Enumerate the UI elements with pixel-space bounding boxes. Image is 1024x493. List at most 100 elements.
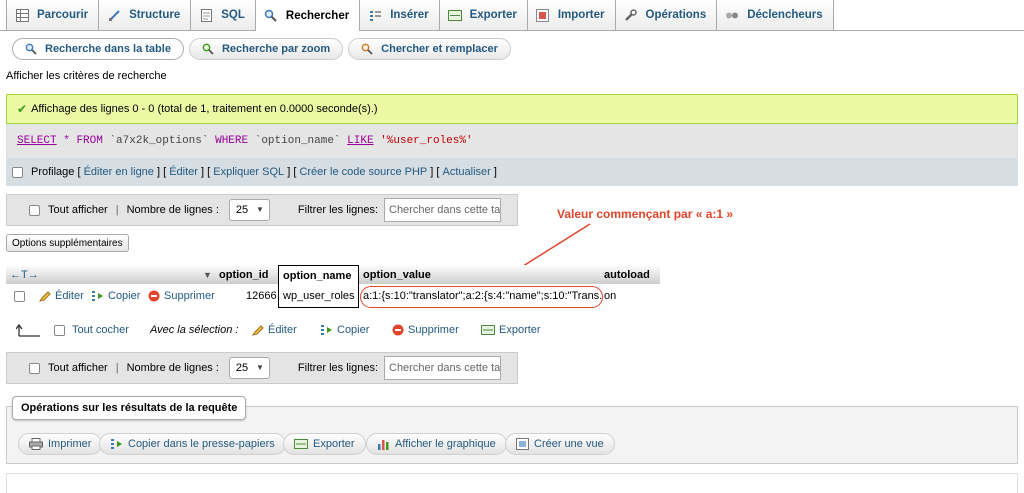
tab-sql[interactable]: SQL: [190, 0, 255, 30]
show-all-checkbox[interactable]: [29, 204, 40, 216]
rows-select[interactable]: 25 ▼: [228, 357, 270, 379]
sql-pattern: '%user_roles%': [380, 135, 473, 147]
tab-rechercher[interactable]: Rechercher: [254, 0, 360, 31]
row-edit-label: Éditer: [55, 290, 84, 302]
show-search-criteria-link[interactable]: Afficher les critères de recherche: [6, 70, 167, 82]
chevron-down-icon: ▼: [256, 205, 264, 214]
copy-icon: [110, 438, 123, 450]
filter-input[interactable]: Chercher dans cette table: [384, 198, 501, 222]
show-all-label: Tout afficher: [48, 204, 108, 216]
explain-sql-link[interactable]: Expliquer SQL: [213, 166, 284, 178]
sort-toggle-icon[interactable]: ▼: [203, 265, 212, 284]
show-all-checkbox[interactable]: [29, 362, 40, 374]
tab-structure[interactable]: Structure: [98, 0, 191, 30]
create-view-label: Créer une vue: [534, 438, 604, 450]
tab-label: Parcourir: [37, 9, 89, 21]
tab-label: Déclencheurs: [747, 9, 823, 21]
delete-icon: [392, 324, 404, 336]
subtab-find-replace[interactable]: Chercher et remplacer: [348, 38, 511, 60]
tab-importer[interactable]: Importer: [526, 0, 615, 30]
sql-icon: [199, 8, 213, 22]
cell-option-name[interactable]: wp_user_roles: [278, 284, 359, 308]
zoom-search-icon: [202, 43, 214, 55]
row-copy-button[interactable]: Copier: [91, 284, 140, 308]
profiling-label: Profilage: [31, 166, 75, 178]
tab-inserer[interactable]: Insérer: [359, 0, 439, 30]
create-view-button[interactable]: Créer une vue: [505, 433, 615, 455]
profiling-checkbox[interactable]: [12, 166, 23, 178]
navigation-bar-bottom: Tout afficher | Nombre de lignes : 25 ▼ F…: [6, 352, 518, 384]
structure-icon: [107, 8, 121, 22]
tab-exporter[interactable]: Exporter: [438, 0, 527, 30]
check-all-checkbox[interactable]: [54, 324, 65, 336]
row-edit-button[interactable]: Éditer: [39, 284, 84, 308]
rows-value: 25: [235, 362, 249, 374]
copy-icon: [320, 324, 333, 336]
export-results-button[interactable]: Exporter: [283, 433, 366, 455]
bulk-delete-button[interactable]: Supprimer: [392, 318, 459, 342]
search-icon: [25, 43, 37, 55]
bulk-copy-button[interactable]: Copier: [320, 318, 369, 342]
bulk-export-button[interactable]: Exporter: [481, 318, 541, 342]
row-checkbox[interactable]: [14, 290, 25, 302]
tab-label: Opérations: [645, 9, 707, 21]
arrow-up-icon: [16, 318, 40, 342]
find-replace-icon: [361, 43, 373, 55]
edit-link[interactable]: Éditer: [169, 166, 198, 178]
sql-star: *: [63, 135, 70, 147]
tab-parcourir[interactable]: Parcourir: [6, 0, 99, 30]
success-message: ✔ Affichage des lignes 0 - 0 (total de 1…: [6, 94, 1018, 124]
extra-options-button[interactable]: Options supplémentaires: [6, 234, 129, 252]
wrench-icon: [624, 8, 638, 22]
rows-label: Nombre de lignes :: [126, 204, 219, 216]
bulk-export-label: Exporter: [499, 324, 541, 336]
browse-icon: [15, 8, 29, 22]
column-header-option-name[interactable]: option_name: [278, 265, 359, 285]
sql-keyword-where: WHERE: [215, 135, 249, 147]
separator: |: [115, 204, 119, 216]
tab-label: Structure: [129, 9, 181, 21]
bulk-edit-label: Éditer: [268, 324, 297, 336]
export-results-label: Exporter: [313, 438, 355, 450]
refresh-link[interactable]: Actualiser: [443, 166, 491, 178]
row-delete-button[interactable]: Supprimer: [148, 284, 215, 308]
sql-table-name: `a7x2k_options`: [109, 135, 209, 147]
with-selection-bar: Tout cocher Avec la sélection : Éditer C…: [6, 318, 606, 342]
check-all-link[interactable]: Tout cocher: [72, 318, 129, 342]
with-selection-label: Avec la sélection :: [150, 324, 239, 336]
bulk-edit-button[interactable]: Éditer: [252, 318, 297, 342]
tab-declencheurs[interactable]: Déclencheurs: [716, 0, 834, 30]
copy-clipboard-button[interactable]: Copier dans le presse-papiers: [99, 433, 286, 455]
tab-label: Insérer: [390, 9, 429, 21]
column-header-option-id[interactable]: option_id: [219, 265, 269, 284]
column-header-option-value[interactable]: option_value: [363, 265, 431, 284]
success-text: Affichage des lignes 0 - 0 (total de 1, …: [31, 103, 378, 115]
annotation-text: Valeur commençant par « a:1 »: [557, 207, 734, 221]
print-button[interactable]: Imprimer: [18, 433, 103, 455]
column-header-autoload[interactable]: autoload: [604, 265, 650, 284]
sql-keyword-from: FROM: [76, 135, 103, 147]
filter-input[interactable]: Chercher dans cette table: [384, 356, 501, 380]
sql-column-name: `option_name`: [254, 135, 341, 147]
subtab-search-table[interactable]: Recherche dans la table: [12, 38, 184, 60]
rows-select[interactable]: 25 ▼: [228, 199, 270, 221]
create-php-link[interactable]: Créer le code source PHP: [299, 166, 427, 178]
check-icon: ✔: [17, 102, 28, 116]
column-resize-handle[interactable]: ←T→: [10, 265, 39, 284]
import-icon: [536, 8, 550, 22]
show-chart-button[interactable]: Afficher le graphique: [366, 433, 507, 455]
tab-label: Importer: [557, 9, 605, 21]
inline-edit-link[interactable]: Éditer en ligne: [84, 166, 154, 178]
cell-option-id[interactable]: 12666: [246, 284, 277, 308]
show-chart-label: Afficher le graphique: [395, 438, 496, 450]
filter-label: Filtrer les lignes:: [297, 362, 378, 374]
pencil-icon: [39, 290, 51, 302]
tab-label: Rechercher: [285, 9, 350, 22]
cell-autoload[interactable]: on: [604, 284, 616, 308]
tab-operations[interactable]: Opérations: [614, 0, 717, 30]
filter-label: Filtrer les lignes:: [297, 204, 378, 216]
bulk-copy-label: Copier: [337, 324, 370, 336]
export-icon: [447, 8, 462, 22]
subtab-zoom-search[interactable]: Recherche par zoom: [188, 38, 344, 60]
row-delete-label: Supprimer: [164, 290, 215, 302]
